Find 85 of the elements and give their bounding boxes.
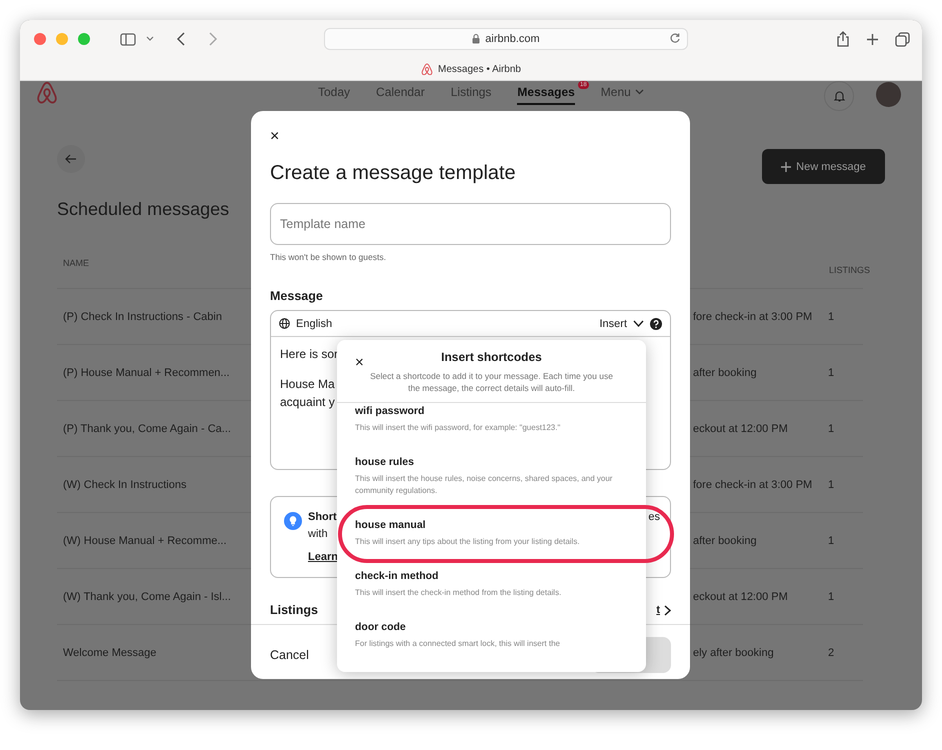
shortcode-option[interactable]: house manual This will insert any tips about the listing from your listing details. [355,519,628,548]
table-cell: after booking [693,534,757,546]
table-cell: fore check-in at 3:00 PM [693,478,812,490]
url-text: airbnb.com [485,33,540,45]
nav-tab[interactable]: Messages [517,85,575,105]
field-hint: This won't be shown to guests. [270,252,387,262]
table-cell: eckout at 12:00 PM [693,590,788,602]
popover-description: Select a shortcode to add it to your message. Each time you use the message, the correct details will auto-fill. [369,370,614,394]
help-icon[interactable] [650,318,662,330]
tab-title[interactable]: Messages • Airbnb [438,64,521,74]
lightbulb-icon [284,512,302,530]
cancel-button[interactable]: Cancel [270,648,309,662]
insert-menu[interactable]: Insert [599,318,627,330]
shortcode-description: For listings with a connected smart lock, this will insert the [355,638,561,650]
section-label: Message [270,289,324,303]
table-cell: ely after booking [693,646,774,658]
table-cell: 1 [828,590,834,602]
table-cell: eckout at 12:00 PM [693,422,788,434]
message-text: Here is sor [280,347,338,361]
back-icon[interactable] [176,32,186,46]
table-cell: 1 [828,478,834,490]
popover-title: Insert shortcodes [440,350,543,364]
table-cell: (P) Check In Instructions - Cabin [63,310,222,322]
close-button[interactable]: × [270,128,284,146]
close-window-button[interactable] [34,33,46,45]
section-label: Listings [270,603,318,617]
table-cell: (P) Thank you, Come Again - Ca... [63,422,231,434]
table-cell: 1 [828,534,834,546]
shortcode-title: wifi password [355,405,426,418]
shortcode-description: This will insert any tips about the listing from your listing details. [355,536,581,548]
table-cell: Welcome Message [63,646,156,658]
table-cell: (W) Check In Instructions [63,478,186,490]
page-title: Scheduled messages [57,199,230,220]
table-cell: 1 [828,310,834,322]
back-arrow-icon [65,154,77,164]
shortcode-option[interactable]: house rules This will insert the house rules, noise concerns, shared spaces, and your community regulations. [355,456,628,497]
close-button[interactable]: × [355,354,364,371]
new-message-button[interactable]: New message [762,149,885,184]
table-cell: (W) Thank you, Come Again - Isl... [63,590,231,602]
globe-icon [279,318,290,329]
table-cell: 1 [828,422,834,434]
table-cell: (P) House Manual + Recommen... [63,366,230,378]
shortcode-option[interactable]: door code For listings with a connected smart lock, this will insert the [355,621,628,650]
column-header: NAME [63,258,90,268]
table-cell: (W) House Manual + Recomme... [63,534,227,546]
chevron-down-icon[interactable] [633,320,644,327]
table-cell: 2 [828,646,834,658]
share-icon[interactable] [836,31,850,47]
column-header: LISTINGS [829,265,870,275]
shortcode-title: check-in method [355,570,440,583]
shortcode-option[interactable]: wifi password This will insert the wifi password, for example: "guest123." [355,405,628,434]
back-button[interactable] [57,145,85,173]
address-bar[interactable]: airbnb.com [324,28,688,50]
plus-icon [781,162,792,172]
table-cell: 1 [828,366,834,378]
dialog-title: Create a message template [270,162,517,185]
shortcode-title: door code [355,621,407,634]
tabs-icon[interactable] [895,32,910,46]
tip-title: Short [308,511,337,523]
shortcode-description: This will insert the house rules, noise concerns, shared spaces, and your community regulations. [355,473,614,497]
shortcode-description: This will insert the check-in method from the listing details. [355,587,562,599]
shortcode-option[interactable]: check-in method This will insert the check-in method from the listing details. [355,570,628,599]
chevron-down-icon [634,89,644,95]
shortcode-title: house rules [355,456,415,469]
avatar[interactable] [876,82,901,107]
shortcode-title: house manual [355,519,427,532]
airbnb-logo-icon [36,81,58,105]
template-name-field[interactable]: Template name [270,203,671,245]
tip-text: with [308,528,328,540]
bell-icon [834,90,844,102]
airbnb-logo-icon [421,62,433,76]
reload-icon[interactable] [669,32,681,44]
plus-icon[interactable] [866,32,879,46]
sidebar-icon[interactable] [120,32,136,46]
shortcode-description: This will insert the wifi password, for example: "guest123." [355,422,562,434]
select-link[interactable]: t [656,604,660,616]
notifications-button[interactable] [824,81,854,111]
chevron-right-icon[interactable] [664,604,671,616]
learn-more-link[interactable]: Learn [308,551,338,563]
language-selector[interactable]: English [296,318,332,330]
lock-icon [472,34,480,44]
table-cell: after booking [693,366,757,378]
message-text: House Ma [280,377,335,391]
table-cell: fore check-in at 3:00 PM [693,310,812,322]
tip-text: es [648,511,660,523]
